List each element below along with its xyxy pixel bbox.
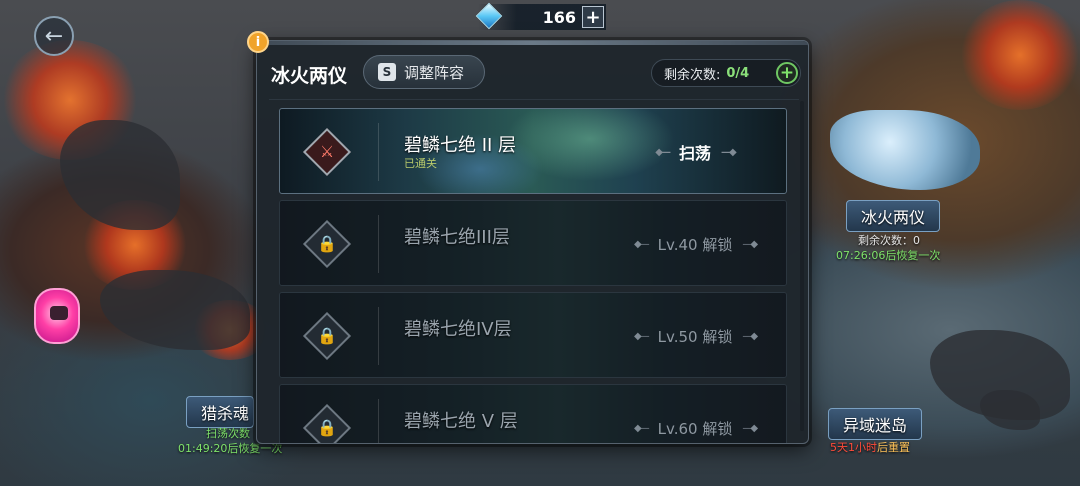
unlock-requirement: ◆— Lv.60 解锁 —◆: [622, 415, 768, 441]
stage-list[interactable]: ⚔ 碧鳞七绝 II 层 已通关 ◆— 扫荡 —◆ 🔒 碧鳞七绝III层 ◆— L…: [269, 99, 799, 443]
plus-icon: +: [779, 63, 795, 83]
diamond-icon: [475, 2, 503, 30]
remaining-label: 剩余次数:: [664, 67, 721, 83]
info-icon-glyph: i: [255, 34, 261, 50]
stage-row-2[interactable]: ⚔ 碧鳞七绝 II 层 已通关 ◆— 扫荡 —◆: [279, 108, 787, 194]
stage-name: 碧鳞七绝 II 层: [404, 135, 517, 156]
decor-left-icon: ◆—: [633, 238, 650, 250]
map-node-ice-fire-label: 冰火两仪: [861, 208, 926, 227]
map-node-island-reset: 5天1小时后重置: [830, 439, 910, 455]
lock-icon: 🔒: [317, 325, 337, 345]
map-node-island-reset-days: 5天1小时: [830, 441, 877, 454]
stage-name: 碧鳞七绝IV层: [404, 319, 512, 340]
info-icon[interactable]: i: [247, 31, 269, 53]
decor-right-icon: —◆: [721, 146, 737, 158]
map-node-ice-fire[interactable]: 冰火两仪: [846, 200, 941, 232]
unlock-label: Lv.60 解锁: [657, 419, 733, 438]
stage-name: 碧鳞七绝 V 层: [404, 411, 518, 432]
map-node-island-label: 异域迷岛: [843, 416, 908, 435]
character-avatar[interactable]: [34, 288, 80, 344]
plus-icon: +: [585, 6, 601, 28]
stage-select-dialog: 冰火两仪 S 调整阵容 剩余次数: 0/4 + ⚔ 碧鳞七绝 II 层 已通关 …: [256, 40, 809, 444]
stage-separator: [378, 215, 379, 273]
stage-row-5[interactable]: 🔒 碧鳞七绝 V 层 ◆— Lv.60 解锁 —◆: [279, 384, 787, 443]
sweep-button[interactable]: ◆— 扫荡 —◆: [622, 139, 768, 165]
unlock-requirement: ◆— Lv.50 解锁 —◆: [622, 323, 768, 349]
stage-list-scrollbar[interactable]: [800, 101, 804, 431]
back-button[interactable]: ←: [34, 16, 74, 56]
add-attempts-button[interactable]: +: [776, 62, 798, 84]
formation-icon: S: [378, 63, 396, 81]
lock-icon: 🔒: [317, 417, 337, 437]
decor-left-icon: ◆—: [633, 330, 650, 342]
stage-row-4[interactable]: 🔒 碧鳞七绝IV层 ◆— Lv.50 解锁 —◆: [279, 292, 787, 378]
stage-name: 碧鳞七绝III层: [404, 227, 510, 248]
gem-count: 166: [542, 7, 576, 27]
map-node-island-reset-suffix: 后重置: [877, 441, 910, 454]
sweep-label: 扫荡: [678, 144, 711, 163]
map-node-hunt[interactable]: 猎杀魂: [186, 396, 255, 428]
stage-status: 已通关: [404, 157, 437, 170]
arrow-left-icon: ←: [44, 23, 64, 49]
map-node-hunt-remaining: 扫荡次数: [206, 427, 250, 440]
dialog-title: 冰火两仪: [271, 65, 348, 87]
remaining-attempts: 剩余次数: 0/4 +: [651, 59, 801, 87]
unlock-requirement: ◆— Lv.40 解锁 —◆: [622, 231, 768, 257]
gem-currency-bar: 166 +: [475, 2, 606, 30]
crossed-swords-icon: ⚔: [319, 141, 335, 161]
unlock-label: Lv.40 解锁: [657, 235, 733, 254]
decor-right-icon: —◆: [742, 238, 758, 250]
decor-right-icon: —◆: [742, 330, 758, 342]
stage-separator: [378, 123, 379, 181]
adjust-formation-button[interactable]: S 调整阵容: [363, 55, 485, 89]
add-gems-button[interactable]: +: [582, 6, 604, 28]
unlock-label: Lv.50 解锁: [657, 327, 733, 346]
map-node-hunt-label: 猎杀魂: [201, 404, 250, 423]
map-node-island[interactable]: 异域迷岛: [828, 408, 923, 440]
stage-separator: [378, 399, 379, 443]
decor-left-icon: ◆—: [633, 422, 650, 434]
decor-right-icon: —◆: [742, 422, 758, 434]
stage-separator: [378, 307, 379, 365]
lock-icon: 🔒: [317, 233, 337, 253]
stage-row-3[interactable]: 🔒 碧鳞七绝III层 ◆— Lv.40 解锁 —◆: [279, 200, 787, 286]
map-node-ice-fire-recover: 07:26:06后恢复一次: [836, 249, 941, 262]
decor-left-icon: ◆—: [655, 146, 671, 158]
map-node-ice-fire-remaining: 剩余次数：0: [858, 234, 920, 247]
remaining-value: 0/4: [726, 65, 750, 81]
adjust-formation-label: 调整阵容: [404, 63, 465, 82]
